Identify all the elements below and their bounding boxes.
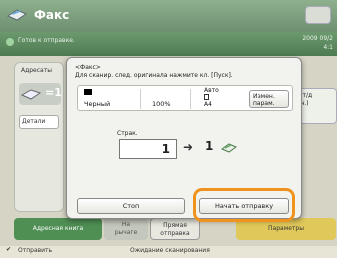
pages-sent-count: 1 <box>205 139 214 153</box>
send-check-icon: ✔ <box>6 246 12 253</box>
addressees-label: Адресаты <box>21 67 52 74</box>
pages-scanned-count: 1 <box>119 139 177 159</box>
send-label: Отправить <box>18 247 53 254</box>
paper-icon <box>204 94 209 100</box>
paper-auto-label: Авто <box>204 87 219 94</box>
dialog-instruction: Для сканир. след. оригинала нажмите кл. … <box>75 72 233 79</box>
fax-screen: Факс Готов к отправке. 2009 09/2 4:1 Адр… <box>0 0 337 258</box>
arrow-right-icon: ➜ <box>183 140 194 154</box>
tab-address-book[interactable]: Адресная книга <box>14 218 102 240</box>
pages-label: Страк. <box>117 130 138 137</box>
color-mode-label: Черный <box>84 100 111 108</box>
top-right-button[interactable] <box>305 6 331 24</box>
scan-dialog: <Факс> Для сканир. след. оригинала нажми… <box>66 57 302 222</box>
status-bar: Готов к отправке. 2009 09/2 4:1 <box>0 32 337 56</box>
bottom-status-bar: ✔ Отправить Ожидание сканирования <box>0 246 337 258</box>
stop-button[interactable]: Стоп <box>77 198 185 214</box>
app-title: Факс <box>34 8 70 22</box>
tab-lever-bottom: рычаге <box>114 229 138 236</box>
start-sending-button[interactable]: Начать отправку <box>199 198 289 214</box>
scan-wait-label: Ожидание сканирования <box>130 247 210 254</box>
change-params-line2: парам. <box>253 100 275 107</box>
status-datetime: 2009 09/2 4:1 <box>302 34 333 52</box>
change-params-line1: Измен. <box>253 93 275 100</box>
tab-direct-top: Прямая <box>163 222 187 229</box>
addressees-count-box[interactable]: =1 <box>19 83 62 105</box>
details-button[interactable]: Детали <box>19 115 59 129</box>
fax-icon <box>6 9 28 21</box>
scan-settings-row: Черный 100% Авто A4 Измен. парам. <box>77 85 293 111</box>
tab-lever[interactable]: На рычаге <box>104 218 148 240</box>
status-text: Готов к отправке. <box>18 37 75 44</box>
change-params-button[interactable]: Измен. парам. <box>249 90 289 108</box>
status-time: 4:1 <box>323 44 333 51</box>
dialog-header: <Факс> Для сканир. след. оригинала нажми… <box>75 64 233 80</box>
fax-small-icon <box>21 89 41 100</box>
dialog-title: <Факс> <box>75 64 101 71</box>
paper-size: A4 <box>204 101 212 108</box>
tab-lever-top: На <box>121 221 131 228</box>
top-bar: Факс <box>0 0 337 32</box>
status-date: 2009 09/2 <box>302 35 333 42</box>
tab-direct-send[interactable]: Прямая отправка <box>150 218 200 240</box>
divider <box>140 89 141 109</box>
status-icon <box>6 38 14 46</box>
addressees-panel: Адресаты =1 Детали <box>14 62 64 212</box>
black-color-icon <box>84 89 92 95</box>
scale-ratio: 100% <box>152 100 171 108</box>
fax-send-icon <box>221 143 237 153</box>
tab-direct-bottom: отправка <box>160 230 190 237</box>
divider <box>190 89 191 109</box>
addressees-count: =1 <box>45 86 62 99</box>
